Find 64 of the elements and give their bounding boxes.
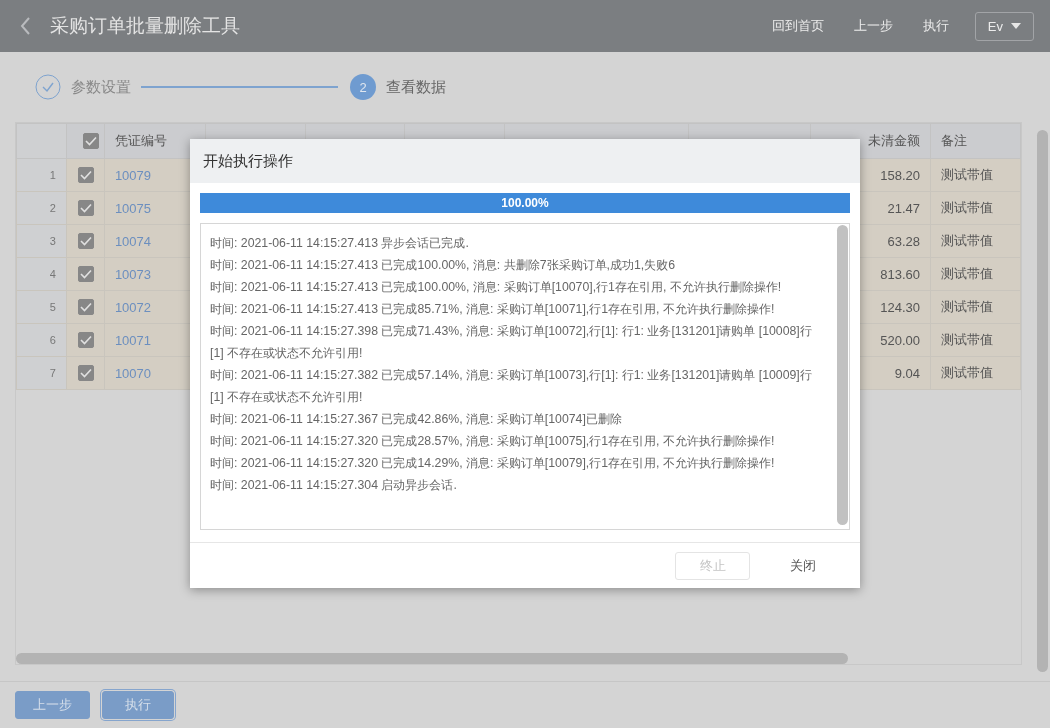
- voucher-link[interactable]: 10073: [114, 266, 152, 282]
- voucher-link[interactable]: 10075: [114, 200, 152, 216]
- log-line: 时间: 2021-06-11 14:15:27.320 已完成14.29%, 消息: 采购订单[10079],行1存在引用, 不允许执行删除操作!: [210, 455, 776, 472]
- row-number: 7: [16, 356, 67, 390]
- voucher-link[interactable]: 10079: [114, 167, 152, 183]
- vertical-scrollbar[interactable]: [1037, 130, 1048, 672]
- check-icon: [84, 136, 97, 147]
- checkbox[interactable]: [82, 133, 99, 150]
- check-icon: [79, 302, 92, 313]
- log-scrollbar[interactable]: [837, 225, 848, 525]
- header-button[interactable]: 上一步: [841, 13, 905, 39]
- table-cell: 测试带值: [930, 323, 1021, 357]
- table-cell: 测试带值: [930, 158, 1021, 192]
- log-line: 时间: 2021-06-11 14:15:27.413 异步会话已完成.: [210, 235, 470, 252]
- log-line: 时间: 2021-06-11 14:15:27.413 已完成100.00%, 消息: 共删除7张采购订单,成功1,失败6: [210, 257, 676, 274]
- check-icon: [79, 203, 92, 214]
- check-icon: [79, 170, 92, 181]
- row-number: 3: [16, 224, 67, 258]
- checkbox[interactable]: [77, 167, 94, 184]
- log-line: 时间: 2021-06-11 14:15:27.413 已完成85.71%, 消息: 采购订单[10071],行1存在引用, 不允许执行删除操作!: [210, 301, 776, 318]
- horizontal-scrollbar[interactable]: [16, 653, 848, 664]
- check-icon: [79, 368, 92, 379]
- log-line: 时间: 2021-06-11 14:15:27.367 已完成42.86%, 消息: 采购订单[10074]已删除: [210, 411, 623, 428]
- step-label: 查看数据: [386, 77, 446, 97]
- checkbox[interactable]: [77, 299, 94, 316]
- dialog-title: 开始执行操作: [190, 139, 860, 183]
- header-button[interactable]: 执行: [910, 13, 961, 39]
- checkbox[interactable]: [77, 332, 94, 349]
- caret-icon: [1011, 23, 1021, 29]
- checkbox[interactable]: [77, 233, 94, 250]
- row-number: 4: [16, 257, 67, 291]
- table-cell: 测试带值: [930, 224, 1021, 258]
- log-line: 时间: 2021-06-11 14:15:27.304 启动异步会话.: [210, 477, 458, 494]
- row-number: 5: [16, 290, 67, 324]
- row-number: 6: [16, 323, 67, 357]
- footer-button[interactable]: 执行: [102, 691, 174, 719]
- back-icon[interactable]: [20, 16, 32, 36]
- check-icon: [79, 269, 92, 280]
- log-line: 时间: 2021-06-11 14:15:27.382 已完成57.14%, 消息: 采购订单[10073],行[1]: 行1: 业务[131201]请购单 [10009]行[1] 不存在或状态不允许引用!: [210, 367, 813, 406]
- user-menu[interactable]: Ev: [974, 11, 1034, 41]
- header-button[interactable]: 回到首页: [759, 13, 836, 39]
- row-number: 1: [16, 158, 67, 192]
- voucher-link[interactable]: 10071: [114, 332, 152, 348]
- check-icon: [79, 335, 92, 346]
- checkbox[interactable]: [77, 365, 94, 382]
- column-header[interactable]: 备注: [930, 123, 1021, 159]
- row-number: 2: [16, 191, 67, 225]
- table-cell: 测试带值: [930, 191, 1021, 225]
- log-line: 时间: 2021-06-11 14:15:27.320 已完成28.57%, 消息: 采购订单[10075],行1存在引用, 不允许执行删除操作!: [210, 433, 776, 450]
- page-title: 采购订单批量删除工具: [50, 14, 240, 38]
- checkbox[interactable]: [77, 200, 94, 217]
- table-cell: 测试带值: [930, 257, 1021, 291]
- table-cell: 测试带值: [930, 356, 1021, 390]
- log-line: 时间: 2021-06-11 14:15:27.398 已完成71.43%, 消息: 采购订单[10072],行[1]: 行1: 业务[131201]请购单 [10008]行[1] 不存在或状态不允许引用!: [210, 323, 813, 362]
- progress-label: 100.00%: [500, 195, 550, 212]
- step-number: 2: [350, 74, 376, 100]
- log-line: 时间: 2021-06-11 14:15:27.413 已完成100.00%, 消息: 采购订单[10070],行1存在引用, 不允许执行删除操作!: [210, 279, 783, 296]
- checkbox[interactable]: [77, 266, 94, 283]
- voucher-link[interactable]: 10072: [114, 299, 152, 315]
- check-icon: [79, 236, 92, 247]
- step-label: 参数设置: [71, 77, 131, 97]
- voucher-link[interactable]: 10074: [114, 233, 152, 249]
- table-cell: 测试带值: [930, 290, 1021, 324]
- voucher-link[interactable]: 10070: [114, 365, 152, 381]
